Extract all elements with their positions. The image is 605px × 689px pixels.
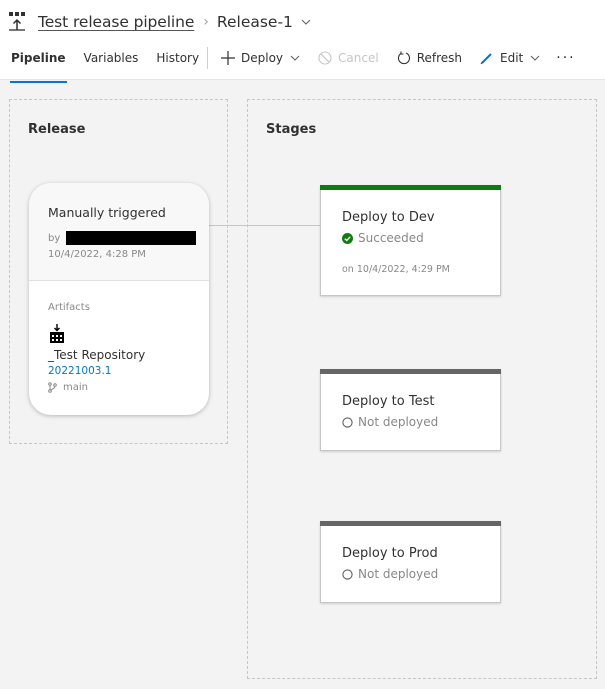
- artifacts-label: Artifacts: [48, 302, 90, 313]
- tab-history[interactable]: History: [147, 44, 208, 80]
- stage-deploy-time: on 10/4/2022, 4:29 PM: [342, 264, 450, 275]
- stage-name: Deploy to Test: [342, 394, 435, 409]
- tab-variables[interactable]: Variables: [75, 44, 148, 80]
- stage-status: Succeeded: [342, 231, 424, 245]
- pencil-icon: [480, 53, 492, 65]
- release-to-stage-connector: [209, 225, 320, 226]
- deploy-label: Deploy: [241, 51, 284, 65]
- artifact-branch: main: [48, 382, 88, 393]
- stage-status-label: Succeeded: [358, 231, 424, 245]
- artifact-name: _Test Repository: [48, 348, 146, 362]
- refresh-icon: [397, 51, 410, 65]
- breadcrumb: Test release pipeline › Release-1: [8, 9, 311, 35]
- chevron-down-icon[interactable]: [301, 17, 311, 27]
- stages-panel-title: Stages: [266, 122, 317, 137]
- plus-icon: [221, 51, 235, 65]
- cancel-icon: [318, 51, 332, 65]
- release-card[interactable]: Manually triggered by 10/4/2022, 4:28 PM…: [29, 183, 209, 415]
- artifact-build-link[interactable]: 20221003.1: [48, 365, 111, 377]
- breadcrumb-separator-icon: ›: [203, 14, 209, 30]
- stage-card-test[interactable]: Deploy to Test Not deployed: [320, 369, 501, 451]
- release-name[interactable]: Release-1: [217, 13, 293, 31]
- stage-status-bar: [320, 369, 501, 374]
- stage-card-prod[interactable]: Deploy to Prod Not deployed: [320, 521, 501, 603]
- release-panel-title: Release: [28, 122, 86, 137]
- stage-name: Deploy to Dev: [342, 210, 435, 225]
- tab-pipeline[interactable]: Pipeline: [0, 44, 75, 83]
- branch-name: main: [63, 382, 88, 393]
- branch-icon: [48, 382, 57, 393]
- not-deployed-circle-icon: [342, 568, 353, 580]
- redacted-user: [66, 231, 197, 245]
- success-check-icon: [342, 232, 353, 244]
- stage-status: Not deployed: [342, 415, 438, 429]
- pipeline-name-link[interactable]: Test release pipeline: [38, 13, 194, 31]
- by-label: by: [48, 232, 61, 244]
- stage-status-bar: [320, 521, 501, 526]
- cancel-label: Cancel: [338, 51, 379, 65]
- stage-status-label: Not deployed: [358, 415, 439, 429]
- edit-label: Edit: [500, 51, 524, 65]
- triggered-by: by: [48, 231, 197, 245]
- toolbar: Deploy Cancel Refresh Edit ···: [221, 44, 576, 72]
- deploy-button[interactable]: Deploy: [221, 51, 300, 65]
- not-deployed-circle-icon: [342, 416, 353, 428]
- chevron-down-icon: [290, 55, 300, 61]
- refresh-button[interactable]: Refresh: [397, 51, 462, 65]
- more-options-button[interactable]: ···: [556, 50, 575, 66]
- release-pipeline-icon: [9, 12, 25, 31]
- tab-bar: Pipeline Variables History: [0, 44, 208, 83]
- stage-status-label: Not deployed: [358, 567, 439, 581]
- triggered-date: 10/4/2022, 4:28 PM: [48, 249, 146, 260]
- stage-name: Deploy to Prod: [342, 546, 438, 561]
- edit-button[interactable]: Edit: [480, 51, 540, 65]
- build-artifact-icon: [50, 324, 64, 343]
- top-bar: Test release pipeline › Release-1 Pipeli…: [0, 0, 605, 83]
- stage-status-bar: [320, 185, 501, 190]
- stage-status: Not deployed: [342, 567, 438, 581]
- stage-card-dev[interactable]: Deploy to Dev Succeeded on 10/4/2022, 4:…: [320, 185, 501, 296]
- cancel-button[interactable]: Cancel: [318, 51, 379, 65]
- chevron-down-icon: [530, 55, 540, 61]
- refresh-label: Refresh: [416, 51, 463, 65]
- trigger-label: Manually triggered: [48, 205, 166, 220]
- toolbar-divider: [207, 47, 208, 69]
